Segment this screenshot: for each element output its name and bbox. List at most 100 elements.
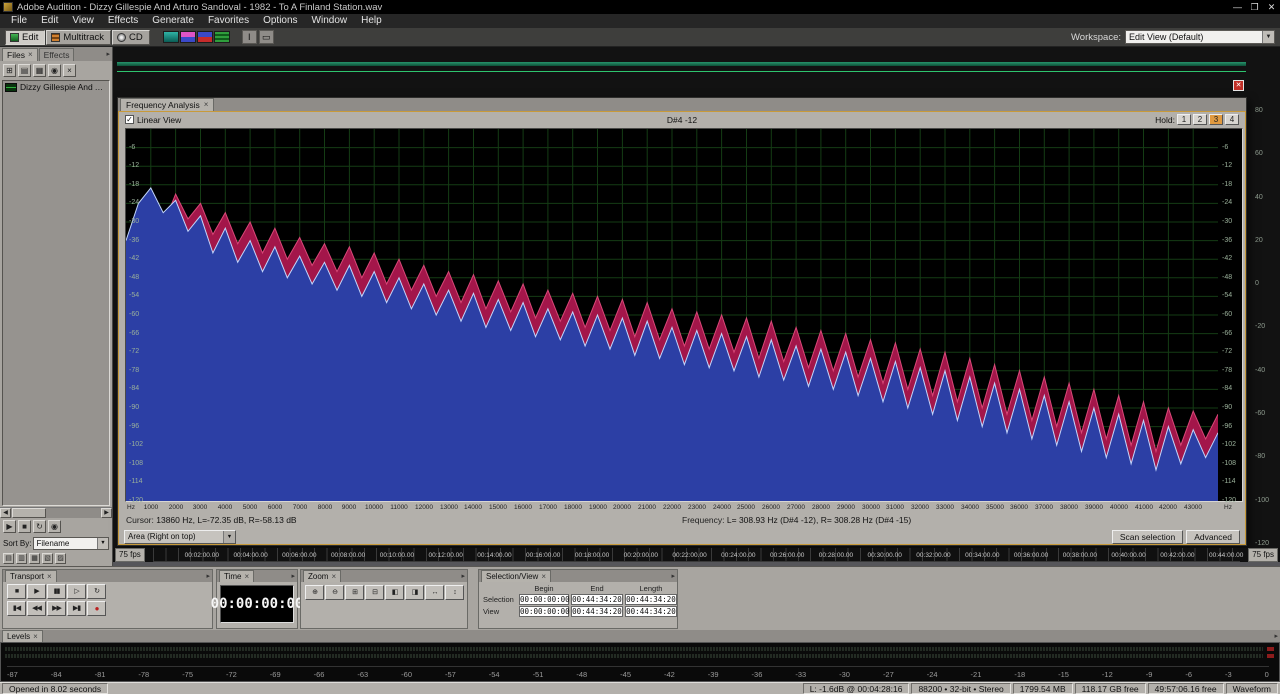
loop-preview-icon[interactable]: ↻ bbox=[33, 520, 46, 533]
zoom-to-selection-button[interactable]: ⊟ bbox=[365, 585, 384, 600]
close-icon[interactable]: × bbox=[204, 99, 209, 111]
hold-1-button[interactable]: 1 bbox=[1177, 114, 1191, 125]
play-looped-button[interactable]: ↻ bbox=[87, 584, 106, 599]
autoplay-icon[interactable]: ◉ bbox=[48, 520, 61, 533]
minimize-button[interactable]: — bbox=[1229, 1, 1246, 14]
stop-button[interactable]: ■ bbox=[7, 584, 26, 599]
menu-item[interactable]: Favorites bbox=[201, 14, 256, 28]
view-toggle-icon[interactable]: ▧ bbox=[42, 553, 53, 564]
rewind-button[interactable]: ◀◀ bbox=[27, 601, 46, 616]
waveform-display[interactable]: ✕ 80 60 40 20 0 -20 -40 -60 -80 -100 -120 Frequenc… bbox=[113, 47, 1280, 566]
pause-button[interactable]: ▮▮ bbox=[47, 584, 66, 599]
stop-preview-icon[interactable]: ■ bbox=[18, 520, 31, 533]
close-icon[interactable]: × bbox=[28, 49, 33, 61]
tab-time[interactable]: Time × bbox=[219, 570, 255, 582]
selection-begin-field[interactable]: 00:00:00:00 bbox=[519, 594, 570, 605]
insert-into-multitrack-icon[interactable]: ▤ bbox=[18, 63, 31, 77]
play-from-cursor-button[interactable]: ▷ bbox=[67, 584, 86, 599]
fast-forward-button[interactable]: ▶▶ bbox=[47, 601, 66, 616]
panel-menu-icon[interactable]: ▸ bbox=[206, 572, 210, 580]
menu-item[interactable]: File bbox=[4, 14, 34, 28]
multitrack-view-button[interactable]: Multitrack bbox=[46, 29, 112, 45]
zoom-vertical-button[interactable]: ↕ bbox=[445, 585, 464, 600]
close-button[interactable]: ✕ bbox=[1263, 1, 1280, 14]
zoom-in-right-edge-button[interactable]: ◨ bbox=[405, 585, 424, 600]
menu-item[interactable]: Window bbox=[305, 14, 355, 28]
time-display[interactable]: 00:00:00:00 bbox=[211, 585, 303, 623]
show-waveform-icon[interactable] bbox=[162, 31, 179, 43]
tab-transport[interactable]: Transport × bbox=[5, 570, 57, 582]
tab-levels[interactable]: Levels × bbox=[2, 630, 43, 642]
menu-item[interactable]: View bbox=[65, 14, 101, 28]
menu-item[interactable]: Help bbox=[354, 14, 389, 28]
go-to-beginning-button[interactable]: ▮◀ bbox=[7, 601, 26, 616]
menu-item[interactable]: Edit bbox=[34, 14, 65, 28]
graph-style-select[interactable]: Area (Right on top) ▼ bbox=[124, 529, 236, 544]
play-button[interactable]: ▶ bbox=[27, 584, 46, 599]
zoom-in-left-edge-button[interactable]: ◧ bbox=[385, 585, 404, 600]
scrollbar-thumb[interactable] bbox=[12, 508, 46, 518]
selection-close-button[interactable]: ✕ bbox=[1233, 80, 1244, 91]
zoom-out-button[interactable]: ⊖ bbox=[325, 585, 344, 600]
menu-item[interactable]: Options bbox=[256, 14, 304, 28]
selection-length-field[interactable]: 00:44:34:20 bbox=[625, 594, 677, 605]
levels-meter[interactable]: -87 -84 -81 -78 -75 -72 -69 -66 -63 -60 -57 -54 -51-… bbox=[0, 642, 1280, 682]
hold-4-button[interactable]: 4 bbox=[1225, 114, 1239, 125]
linear-view-checkbox[interactable]: ✓ bbox=[125, 115, 134, 124]
workspace-select[interactable]: Edit View (Default) ▼ bbox=[1125, 30, 1275, 44]
timeline-ruler[interactable]: 75 fps 00:02:00.00 00:04:00.00 00:06:00.00… bbox=[113, 548, 1280, 562]
zoom-full-button[interactable]: ⊞ bbox=[345, 585, 364, 600]
chevron-down-icon[interactable]: ▼ bbox=[1262, 31, 1274, 43]
show-spectral-pan-icon[interactable] bbox=[196, 31, 213, 43]
marquee-selection-tool-icon[interactable]: ▭ bbox=[258, 30, 274, 44]
close-icon[interactable]: × bbox=[33, 631, 38, 642]
list-item[interactable]: Dizzy Gillespie And Arturo bbox=[3, 81, 109, 93]
tab-selection-view[interactable]: Selection/View × bbox=[481, 570, 551, 582]
panel-menu-icon[interactable]: ▸ bbox=[461, 572, 465, 580]
clip-indicator-right[interactable] bbox=[1267, 654, 1274, 658]
advanced-button[interactable]: Advanced bbox=[1186, 529, 1240, 544]
hold-3-button[interactable]: 3 bbox=[1209, 114, 1223, 125]
cd-view-button[interactable]: CD bbox=[112, 29, 150, 45]
view-toggle-icon[interactable]: ▥ bbox=[16, 553, 27, 564]
view-length-field[interactable]: 00:44:34:20 bbox=[625, 606, 677, 617]
spectrum-plot[interactable]: -6 -12 -18 -24 -30 -36 -42 -48 -54 -60 -66 -72 -78 -8… bbox=[125, 128, 1243, 504]
go-to-end-button[interactable]: ▶▮ bbox=[67, 601, 86, 616]
panel-menu-icon[interactable]: ▸ bbox=[106, 50, 110, 58]
menu-item[interactable]: Generate bbox=[145, 14, 201, 28]
hold-2-button[interactable]: 2 bbox=[1193, 114, 1207, 125]
tab-files[interactable]: Files × bbox=[2, 48, 38, 61]
tab-frequency-analysis[interactable]: Frequency Analysis × bbox=[120, 98, 215, 111]
maximize-button[interactable]: ❐ bbox=[1246, 1, 1263, 14]
menu-item[interactable]: Effects bbox=[101, 14, 145, 28]
panel-menu-icon[interactable]: ▸ bbox=[291, 572, 295, 580]
zoom-horizontal-button[interactable]: ↔ bbox=[425, 585, 444, 600]
close-icon[interactable]: × bbox=[331, 571, 336, 582]
tab-effects[interactable]: Effects bbox=[38, 48, 75, 61]
tab-zoom[interactable]: Zoom × bbox=[303, 570, 342, 582]
clip-indicator-left[interactable] bbox=[1267, 647, 1274, 651]
scan-selection-button[interactable]: Scan selection bbox=[1111, 529, 1184, 544]
insert-into-cd-icon[interactable]: ▦ bbox=[33, 63, 46, 77]
scroll-left-icon[interactable]: ◀ bbox=[0, 508, 11, 518]
chevron-down-icon[interactable]: ▼ bbox=[223, 530, 235, 543]
view-end-field[interactable]: 00:44:34:20 bbox=[571, 606, 623, 617]
edit-view-button[interactable]: Edit bbox=[5, 29, 46, 45]
view-toggle-icon[interactable]: ▦ bbox=[29, 553, 40, 564]
close-icon[interactable]: × bbox=[47, 571, 52, 582]
panel-menu-icon[interactable]: ▸ bbox=[1274, 632, 1278, 640]
close-file-icon[interactable]: × bbox=[63, 63, 76, 77]
record-button[interactable]: ● bbox=[87, 601, 106, 616]
sort-by-select[interactable]: Filename ▼ bbox=[33, 536, 109, 550]
view-toggle-icon[interactable]: ▨ bbox=[55, 553, 66, 564]
close-icon[interactable]: × bbox=[541, 571, 546, 582]
play-preview-icon[interactable]: ▶ bbox=[3, 520, 16, 533]
chevron-down-icon[interactable]: ▼ bbox=[97, 537, 108, 549]
scroll-right-icon[interactable]: ▶ bbox=[101, 508, 112, 518]
view-toggle-icon[interactable]: ▤ bbox=[3, 553, 14, 564]
import-file-icon[interactable]: ⊞ bbox=[3, 63, 16, 77]
panel-menu-icon[interactable]: ▸ bbox=[671, 572, 675, 580]
time-selection-tool-icon[interactable]: I bbox=[241, 30, 257, 44]
show-spectral-frequency-icon[interactable] bbox=[179, 31, 196, 43]
files-horizontal-scrollbar[interactable]: ◀ ▶ bbox=[0, 507, 112, 518]
